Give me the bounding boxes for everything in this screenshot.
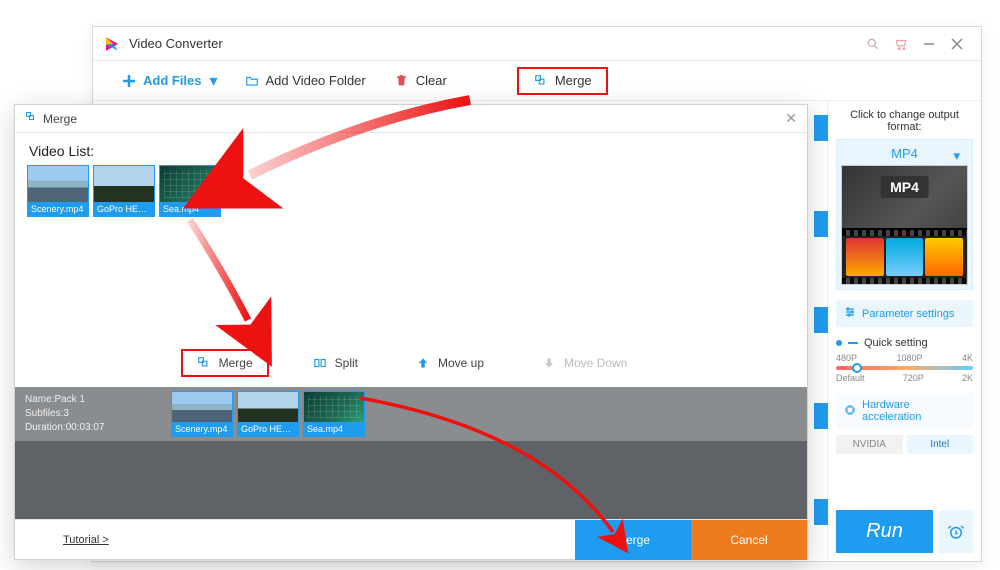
add-folder-button[interactable]: Add Video Folder bbox=[230, 67, 380, 95]
scheduler-button[interactable] bbox=[939, 510, 973, 553]
clear-button[interactable]: Clear bbox=[380, 67, 461, 95]
dialog-merge-button[interactable]: Merge bbox=[181, 349, 269, 377]
pack-row[interactable]: Name:Pack 1 Subfiles:3 Duration:00:03:07… bbox=[15, 387, 807, 441]
output-format-header: Click to change output format: bbox=[836, 109, 973, 133]
intel-chip[interactable]: Intel bbox=[907, 435, 974, 454]
quality-slider[interactable] bbox=[836, 366, 973, 370]
dialog-titlebar: Merge ✕ bbox=[15, 105, 807, 133]
merge-icon bbox=[533, 73, 549, 89]
tutorial-link[interactable]: Tutorial > bbox=[63, 534, 109, 546]
quality-labels-bottom: Default720P2K bbox=[836, 373, 973, 383]
nvidia-chip[interactable]: NVIDIA bbox=[836, 435, 903, 454]
titlebar: Video Converter bbox=[93, 27, 981, 61]
add-files-label: Add Files bbox=[143, 73, 202, 88]
quick-setting-header: Quick setting bbox=[836, 337, 973, 349]
add-files-button[interactable]: Add Files bbox=[107, 67, 216, 95]
dialog-split-label: Split bbox=[335, 356, 358, 370]
app-title: Video Converter bbox=[129, 36, 859, 51]
row-action-chips bbox=[814, 115, 828, 525]
sliders-icon bbox=[844, 306, 856, 321]
dialog-moveup-button[interactable]: Move up bbox=[402, 349, 498, 377]
confirm-merge-button[interactable]: Merge bbox=[575, 520, 691, 560]
video-thumb[interactable]: Sea.mp4 bbox=[303, 391, 365, 437]
hw-accel-label: Hardware acceleration bbox=[862, 399, 965, 423]
param-settings-label: Parameter settings bbox=[862, 308, 954, 320]
folder-icon bbox=[244, 73, 260, 89]
dialog-toolbar: Merge Split Move up Move Down bbox=[15, 343, 807, 387]
row-chip[interactable] bbox=[814, 403, 828, 429]
format-thumbnail: MP4 bbox=[841, 165, 968, 285]
side-panel: Click to change output format: MP4 ▾ MP4… bbox=[827, 101, 981, 561]
add-folder-label: Add Video Folder bbox=[266, 73, 366, 88]
hw-accel-button[interactable]: Hardware acceleration bbox=[836, 393, 973, 429]
dialog-movedown-label: Move Down bbox=[564, 356, 627, 370]
dialog-footer: Tutorial > Merge Cancel bbox=[15, 519, 807, 559]
merge-top-label: Merge bbox=[555, 73, 592, 88]
pack-info: Name:Pack 1 Subfiles:3 Duration:00:03:07 bbox=[15, 387, 171, 441]
run-button[interactable]: Run bbox=[836, 510, 933, 553]
output-format-selector[interactable]: MP4 ▾ MP4 bbox=[836, 139, 973, 290]
plus-icon bbox=[121, 73, 137, 89]
chevron-down-icon: ▾ bbox=[953, 148, 960, 164]
thumb-caption: Scenery.mp4 bbox=[28, 202, 88, 216]
search-icon[interactable] bbox=[859, 30, 887, 58]
thumb-caption: Sea.mp4 bbox=[160, 202, 220, 216]
pack-area: Name:Pack 1 Subfiles:3 Duration:00:03:07… bbox=[15, 387, 807, 519]
row-chip[interactable] bbox=[814, 307, 828, 333]
parameter-settings-button[interactable]: Parameter settings bbox=[836, 300, 973, 327]
clear-label: Clear bbox=[416, 73, 447, 88]
pack-subfiles: Subfiles:3 bbox=[25, 407, 161, 421]
dialog-moveup-label: Move up bbox=[438, 356, 484, 370]
video-thumb[interactable]: GoPro HER... bbox=[93, 165, 155, 217]
split-icon bbox=[313, 356, 327, 370]
thumb-caption: Scenery.mp4 bbox=[172, 422, 232, 436]
format-label: MP4 ▾ bbox=[841, 144, 968, 165]
merge-button-top[interactable]: Merge bbox=[517, 67, 608, 95]
pack-duration: Duration:00:03:07 bbox=[25, 421, 161, 435]
thumb-caption: Sea.mp4 bbox=[304, 422, 364, 436]
quality-labels-top: 480P1080P4K bbox=[836, 353, 973, 363]
video-thumb[interactable]: Scenery.mp4 bbox=[171, 391, 233, 437]
dialog-movedown-button: Move Down bbox=[528, 349, 641, 377]
dialog-close-icon[interactable]: ✕ bbox=[785, 110, 797, 127]
video-list-label: Video List: bbox=[15, 133, 807, 165]
trash-icon bbox=[394, 73, 410, 89]
dialog-title: Merge bbox=[43, 112, 77, 126]
hw-chip-row: NVIDIA Intel bbox=[836, 435, 973, 454]
bullet-icon bbox=[836, 340, 842, 346]
format-badge: MP4 bbox=[880, 176, 929, 198]
cart-icon[interactable] bbox=[887, 30, 915, 58]
merge-icon bbox=[25, 111, 37, 126]
row-chip[interactable] bbox=[814, 211, 828, 237]
video-thumb[interactable]: GoPro HER... bbox=[237, 391, 299, 437]
row-chip[interactable] bbox=[814, 499, 828, 525]
row-chip[interactable] bbox=[814, 115, 828, 141]
dash-icon bbox=[848, 342, 858, 344]
pack-name: Name:Pack 1 bbox=[25, 393, 161, 407]
chip-icon bbox=[844, 404, 856, 419]
dialog-merge-label: Merge bbox=[219, 356, 253, 370]
app-logo-icon bbox=[103, 35, 121, 53]
arrow-up-icon bbox=[416, 356, 430, 370]
close-icon[interactable] bbox=[943, 30, 971, 58]
thumb-caption: GoPro HER... bbox=[238, 422, 298, 436]
video-thumb[interactable]: Scenery.mp4 bbox=[27, 165, 89, 217]
merge-icon bbox=[197, 356, 211, 370]
merge-dialog: Merge ✕ Video List: Scenery.mp4 GoPro HE… bbox=[14, 104, 808, 560]
minimize-icon[interactable] bbox=[915, 30, 943, 58]
dialog-split-button[interactable]: Split bbox=[299, 349, 372, 377]
quick-setting-label: Quick setting bbox=[864, 337, 928, 349]
pack-thumbs: Scenery.mp4 GoPro HER... Sea.mp4 bbox=[171, 387, 365, 441]
main-toolbar: Add Files ▾ Add Video Folder Clear Merge bbox=[93, 61, 981, 101]
slider-handle[interactable] bbox=[852, 363, 862, 373]
arrow-down-icon bbox=[542, 356, 556, 370]
video-list-row: Scenery.mp4 GoPro HER... Sea.mp4 bbox=[15, 165, 807, 217]
video-thumb[interactable]: Sea.mp4 bbox=[159, 165, 221, 217]
cancel-button[interactable]: Cancel bbox=[691, 520, 807, 560]
thumb-caption: GoPro HER... bbox=[94, 202, 154, 216]
add-files-dropdown-icon[interactable]: ▾ bbox=[210, 71, 220, 91]
